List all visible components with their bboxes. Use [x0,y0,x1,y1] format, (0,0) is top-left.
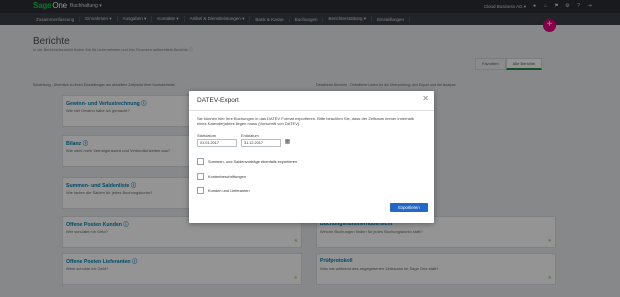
dialog-description: Sie können hier Ihre Buchungen in das DA… [197,116,414,126]
start-date-label: Startdatum [197,133,217,138]
dialog-divider [189,110,434,111]
checkbox-label: Kontenbeschriftungen [208,174,246,179]
checkbox[interactable] [197,187,204,194]
checkbox-row-balances[interactable]: Summen- und Saldenvorträge ebenfalls exp… [197,158,297,165]
checkbox-row-customers-suppliers[interactable]: Kunden und Lieferanten [197,187,250,194]
checkbox[interactable] [197,173,204,180]
end-date-label: Enddatum [241,133,259,138]
start-date-field[interactable]: 01.01.2017 [197,139,237,147]
close-icon[interactable]: ✕ [422,95,429,103]
dialog-title: DATEV-Export [197,97,239,104]
checkbox[interactable] [197,158,204,165]
checkbox-label: Kunden und Lieferanten [208,188,250,193]
end-date-field[interactable]: 31.12.2017 [241,139,281,147]
export-button[interactable]: Exportieren [390,203,428,212]
checkbox-label: Summen- und Saldenvorträge ebenfalls exp… [208,159,298,164]
checkbox-row-account-labels[interactable]: Kontenbeschriftungen [197,173,246,180]
calendar-icon[interactable]: ▦ [284,139,291,146]
